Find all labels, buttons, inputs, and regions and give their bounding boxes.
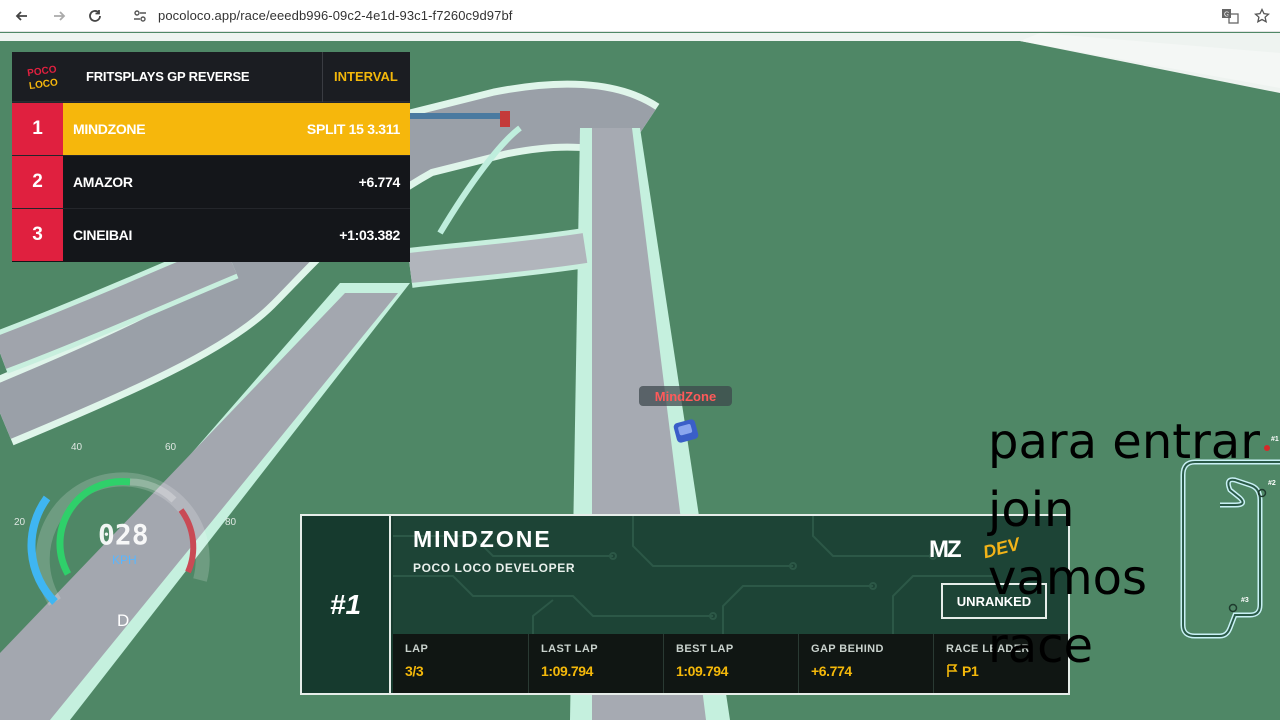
minimap-marker-label: #2 bbox=[1268, 480, 1276, 487]
header-divider bbox=[322, 52, 323, 102]
position-number: 2 bbox=[12, 156, 63, 208]
stat-value: 1:09.794 bbox=[541, 663, 594, 679]
site-info-icon[interactable] bbox=[132, 8, 148, 24]
driver-name: CINEIBAI bbox=[73, 227, 133, 243]
driver-rank: #1 bbox=[302, 516, 391, 693]
browser-toolbar: pocoloco.app/race/eeedb996-09c2-4e1d-93c… bbox=[0, 0, 1280, 32]
speed-readout: 028 bbox=[98, 518, 149, 551]
stream-overlay-text: para entrar join vamos race bbox=[988, 414, 1260, 674]
stat-value: P1 bbox=[962, 663, 979, 679]
position-number: 3 bbox=[12, 209, 63, 261]
standings-row: 3 CINEIBAI +1:03.382 bbox=[12, 208, 410, 261]
driver-name: AMAZOR bbox=[73, 174, 133, 190]
position-number: 1 bbox=[12, 103, 63, 155]
stat-best-lap: BEST LAP 1:09.794 bbox=[663, 634, 798, 693]
interval-value: +1:03.382 bbox=[339, 227, 400, 243]
url-text: pocoloco.app/race/eeedb996-09c2-4e1d-93c… bbox=[158, 8, 513, 23]
stat-value: 3/3 bbox=[405, 663, 424, 679]
race-title: FRITSPLAYS GP REVERSE bbox=[86, 69, 250, 84]
stat-value: +6.774 bbox=[811, 663, 852, 679]
speed-unit: KPH bbox=[112, 553, 137, 567]
driver-card-header: MINDZONE POCO LOCO DEVELOPER MZ DEV UNRA… bbox=[393, 516, 1068, 634]
speed-tick: 60 bbox=[165, 442, 177, 453]
stat-label: BEST LAP bbox=[676, 643, 734, 655]
speed-tick: 20 bbox=[14, 517, 26, 528]
stat-label: GAP BEHIND bbox=[811, 643, 884, 655]
bookmark-star-icon[interactable] bbox=[1250, 4, 1274, 28]
reload-icon[interactable] bbox=[83, 4, 107, 28]
driver-name: MINDZONE bbox=[73, 121, 146, 137]
stat-value: 1:09.794 bbox=[676, 663, 729, 679]
address-bar[interactable]: pocoloco.app/race/eeedb996-09c2-4e1d-93c… bbox=[124, 3, 1208, 29]
flag-icon bbox=[946, 664, 958, 683]
stat-label: LAST LAP bbox=[541, 643, 598, 655]
standings-header: POCO LOCO FRITSPLAYS GP REVERSE INTERVAL bbox=[12, 52, 410, 102]
forward-icon[interactable] bbox=[47, 4, 71, 28]
stat-lap: LAP 3/3 bbox=[393, 634, 528, 693]
interval-value: +6.774 bbox=[358, 174, 401, 190]
stat-label: LAP bbox=[405, 643, 429, 655]
interval-header[interactable]: INTERVAL bbox=[334, 69, 398, 84]
stat-last-lap: LAST LAP 1:09.794 bbox=[528, 634, 663, 693]
poco-loco-logo: POCO LOCO bbox=[26, 62, 62, 92]
minimap-marker-label: #1 bbox=[1271, 436, 1279, 443]
gear-indicator: D bbox=[117, 611, 130, 630]
interval-value: SPLIT 15 3.311 bbox=[306, 121, 400, 137]
back-icon[interactable] bbox=[10, 4, 34, 28]
driver-stats: LAP 3/3 LAST LAP 1:09.794 BEST LAP 1:09.… bbox=[393, 634, 1068, 693]
stat-gap-behind: GAP BEHIND +6.774 bbox=[798, 634, 933, 693]
speed-tick: 80 bbox=[225, 517, 237, 528]
standings-panel: POCO LOCO FRITSPLAYS GP REVERSE INTERVAL… bbox=[12, 52, 410, 262]
driver-initials-logo: MZ bbox=[929, 536, 962, 563]
player-name-tag: MindZone bbox=[639, 386, 732, 406]
driver-card-name: MINDZONE bbox=[413, 526, 552, 552]
standings-row: 2 AMAZOR +6.774 bbox=[12, 155, 410, 208]
standings-row: 1 MINDZONE SPLIT 15 3.311 bbox=[12, 102, 410, 155]
driver-card: #1 MINDZONE POCO LOCO DEVELOPER MZ DEV U… bbox=[300, 514, 1070, 695]
driver-card-role: POCO LOCO DEVELOPER bbox=[413, 561, 576, 575]
speed-tick: 40 bbox=[71, 442, 83, 453]
translate-icon[interactable]: G bbox=[1218, 4, 1242, 28]
